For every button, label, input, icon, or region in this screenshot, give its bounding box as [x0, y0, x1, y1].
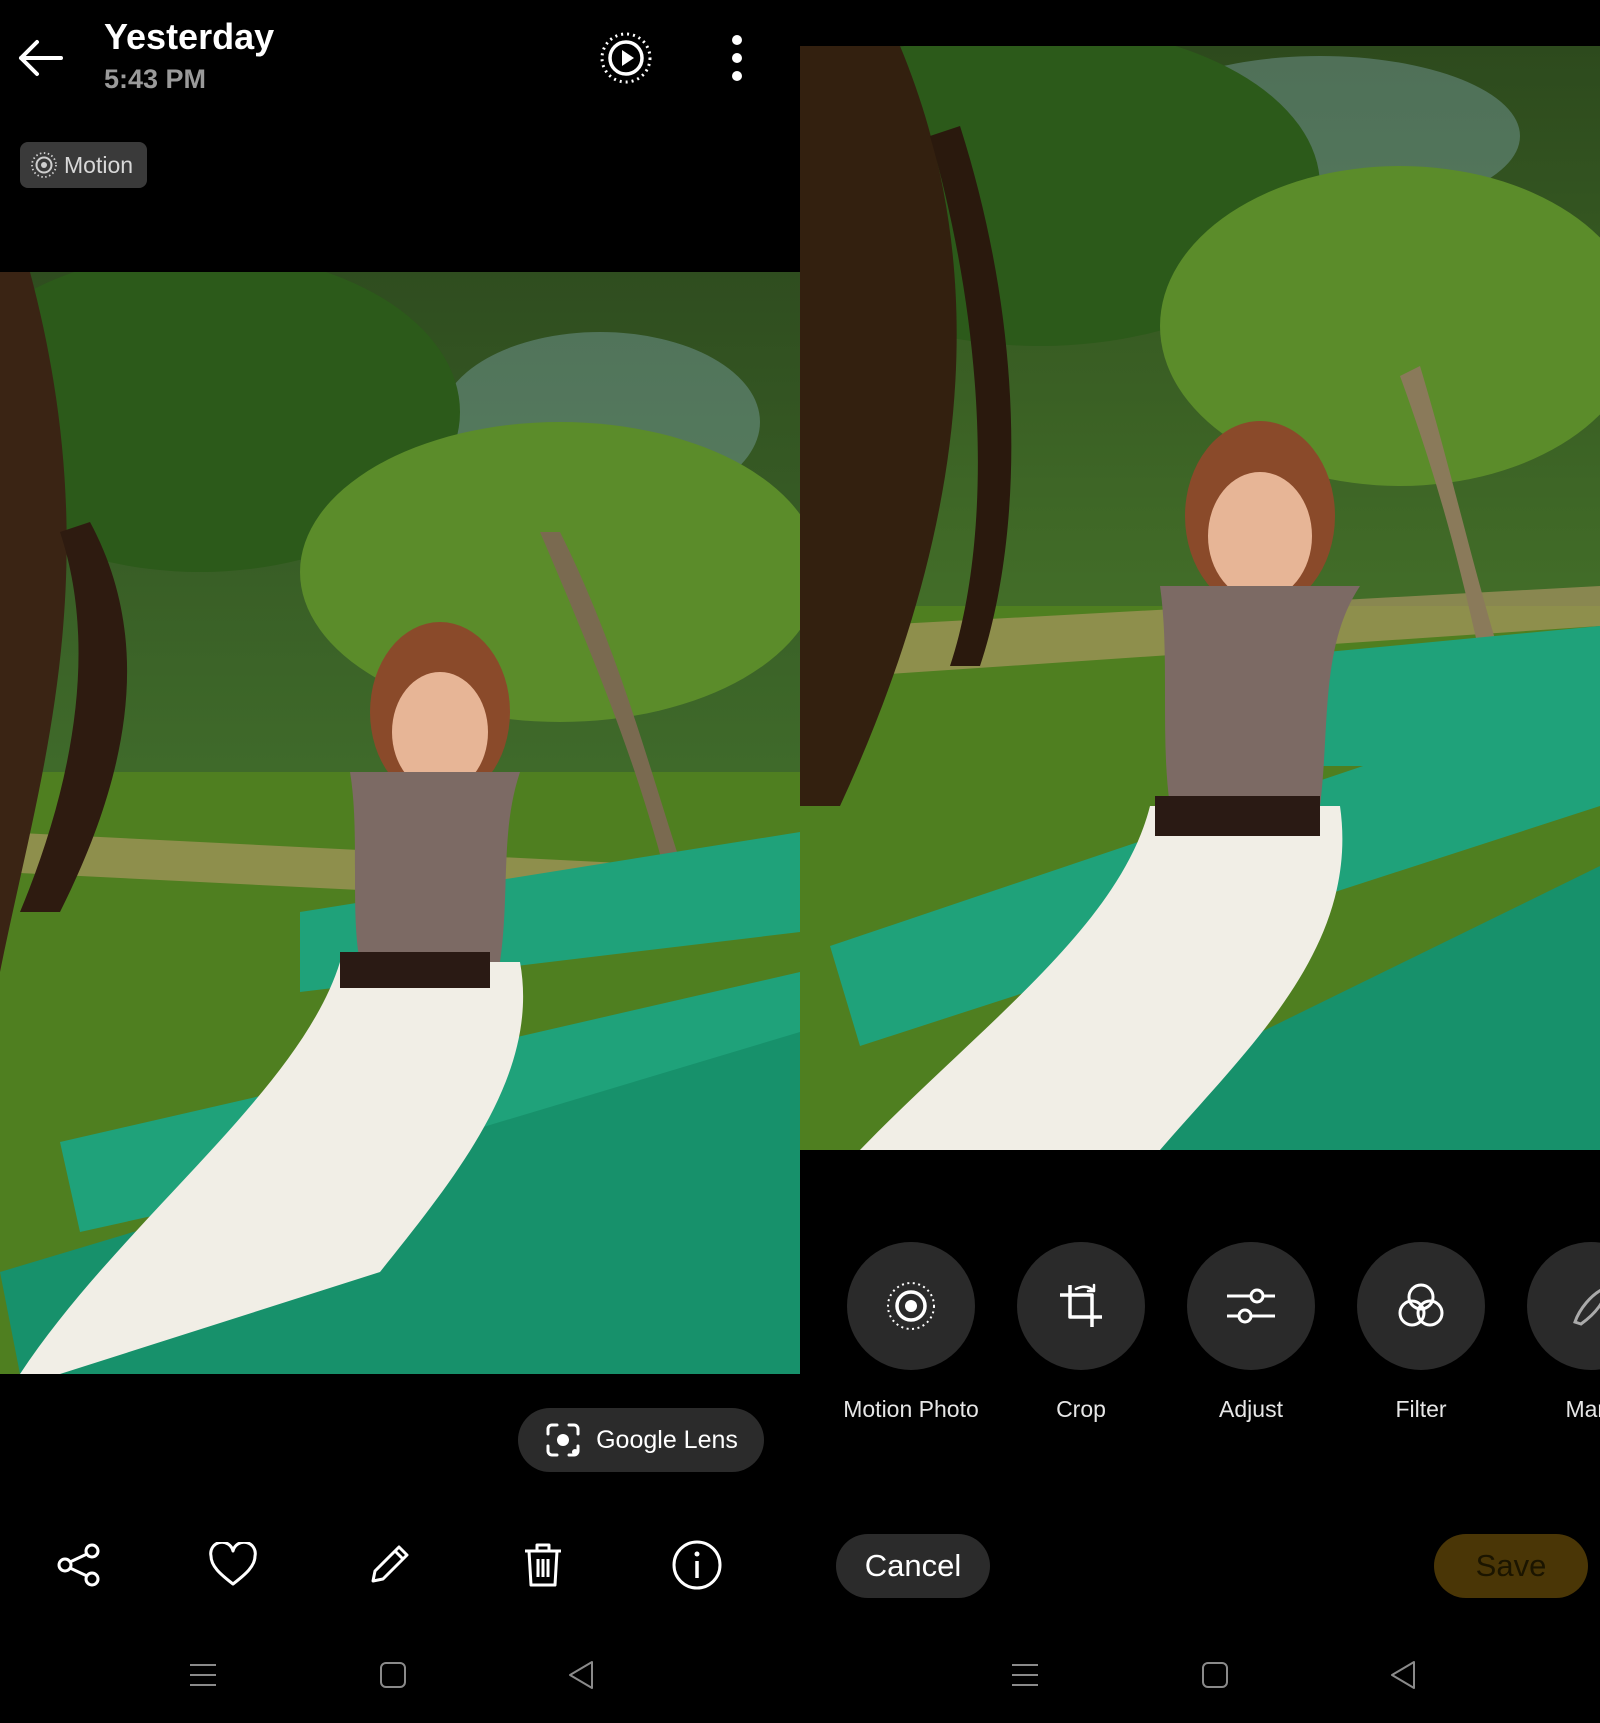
back-triangle-icon [569, 1661, 593, 1689]
share-button[interactable] [44, 1530, 114, 1600]
heart-icon [209, 1542, 257, 1586]
home-square-icon [380, 1662, 406, 1688]
photo-action-bar [0, 1530, 800, 1600]
tool-motion-photo[interactable]: Motion Photo [826, 1242, 996, 1442]
tool-label: Motion Photo [843, 1396, 979, 1422]
menu-lines-icon [190, 1664, 216, 1686]
google-lens-label: Google Lens [596, 1425, 738, 1454]
edit-photo-image [800, 46, 1600, 1150]
more-options-button[interactable] [712, 28, 762, 88]
system-nav-bar [800, 1640, 1600, 1710]
tool-filter-circle[interactable] [1357, 1242, 1485, 1370]
google-lens-button[interactable]: Google Lens [518, 1408, 764, 1472]
edit-button[interactable] [354, 1530, 424, 1600]
tool-label: Adjust [1219, 1396, 1283, 1422]
photo-viewer-screen: Yesterday 5:43 PM Motion Google Lens [0, 0, 800, 1723]
tool-motion-photo-circle[interactable] [847, 1242, 975, 1370]
tool-crop-circle[interactable] [1017, 1242, 1145, 1370]
cancel-button[interactable]: Cancel [836, 1534, 990, 1598]
system-home-button[interactable] [1190, 1650, 1240, 1700]
tool-crop[interactable]: Crop [996, 1242, 1166, 1442]
system-menu-button[interactable] [1000, 1650, 1050, 1700]
info-icon [672, 1540, 722, 1590]
home-square-icon [1202, 1662, 1228, 1688]
tool-filter[interactable]: Filter [1336, 1242, 1506, 1442]
more-vert-icon [732, 35, 742, 81]
photo-editor-screen: Motion Photo Crop Adjust Filter Ma [800, 0, 1600, 1723]
back-triangle-icon [1391, 1661, 1415, 1689]
page-title: Yesterday [104, 16, 275, 57]
delete-button[interactable] [508, 1530, 578, 1600]
system-nav-bar [0, 1640, 800, 1710]
motion-dot-icon [31, 152, 57, 178]
favorite-button[interactable] [198, 1530, 268, 1600]
arrow-left-icon [19, 40, 63, 76]
trash-icon [525, 1543, 561, 1587]
markup-icon [1573, 1288, 1600, 1326]
motion-play-button[interactable] [598, 30, 654, 86]
sliders-icon [1227, 1288, 1275, 1324]
filter-icon [1398, 1283, 1444, 1327]
menu-lines-icon [1012, 1664, 1038, 1686]
tool-markup[interactable]: Mark [1506, 1242, 1600, 1442]
pencil-icon [371, 1545, 409, 1583]
system-menu-button[interactable] [178, 1650, 228, 1700]
photo[interactable] [0, 272, 800, 1374]
motion-badge[interactable]: Motion [20, 142, 148, 188]
motion-play-icon [600, 32, 652, 84]
info-button[interactable] [662, 1530, 732, 1600]
tool-label: Filter [1395, 1396, 1447, 1422]
share-icon [57, 1543, 100, 1587]
tool-markup-circle[interactable] [1527, 1242, 1600, 1370]
system-home-button[interactable] [368, 1650, 418, 1700]
save-button[interactable]: Save [1434, 1534, 1588, 1598]
photo-time: 5:43 PM [104, 64, 207, 94]
tool-label: Crop [1056, 1396, 1106, 1422]
tool-adjust-circle[interactable] [1187, 1242, 1315, 1370]
google-lens-icon [546, 1423, 580, 1457]
crop-icon [1060, 1283, 1102, 1327]
tool-label: Mark [1565, 1396, 1600, 1422]
system-back-button[interactable] [556, 1650, 606, 1700]
tool-adjust[interactable]: Adjust [1166, 1242, 1336, 1442]
motion-badge-label: Motion [64, 151, 134, 178]
system-back-button[interactable] [1378, 1650, 1428, 1700]
motion-photo-icon [887, 1282, 935, 1330]
back-button[interactable] [12, 30, 68, 86]
edit-photo-preview [800, 46, 1600, 1150]
photo-image [0, 272, 800, 1374]
